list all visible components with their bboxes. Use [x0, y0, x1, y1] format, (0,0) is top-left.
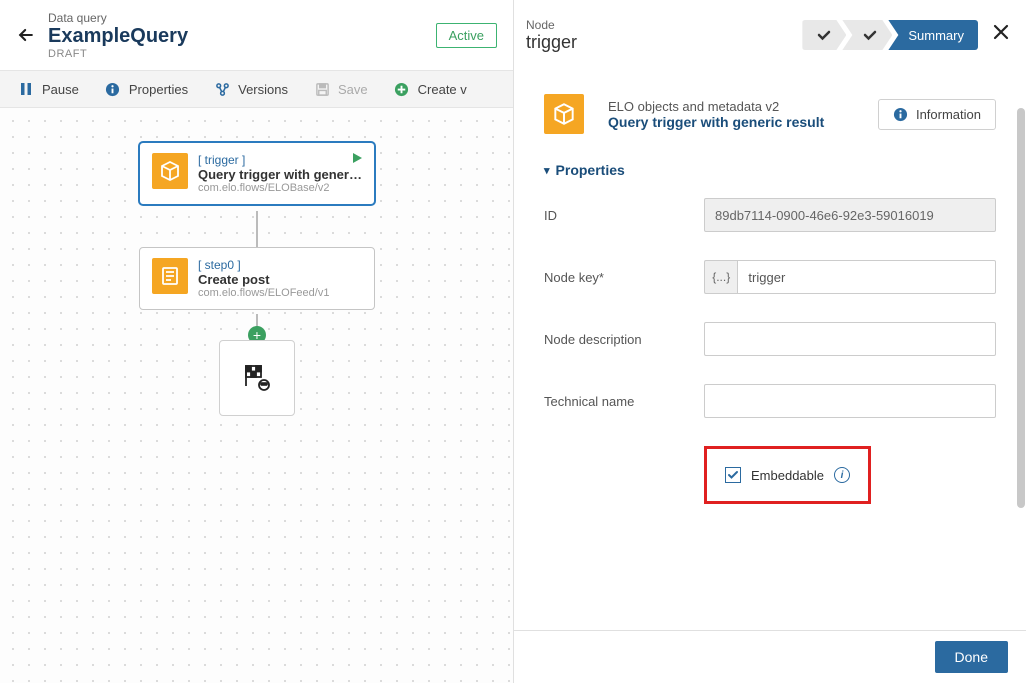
- step-seg-summary[interactable]: Summary: [888, 20, 978, 50]
- query-name: ExampleQuery: [48, 25, 436, 48]
- field-node-description: Node description: [544, 322, 996, 356]
- package-icon: [544, 94, 584, 134]
- field-id: ID: [544, 198, 996, 232]
- info-tooltip-icon[interactable]: i: [834, 467, 850, 483]
- field-technical-name: Technical name: [544, 384, 996, 418]
- embeddable-label: Embeddable: [751, 468, 824, 483]
- embeddable-checkbox[interactable]: [725, 467, 741, 483]
- versions-icon: [214, 81, 230, 97]
- versions-button[interactable]: Versions: [204, 77, 298, 101]
- scrollbar[interactable]: [1016, 108, 1026, 628]
- play-icon[interactable]: [350, 151, 364, 168]
- node-path: com.elo.flows/ELOBase/v2: [198, 182, 362, 194]
- node-step0[interactable]: [ step0 ] Create post com.elo.flows/ELOF…: [139, 247, 375, 310]
- create-button[interactable]: Create v: [384, 77, 477, 101]
- summary-kicker: ELO objects and metadata v2: [608, 99, 864, 114]
- node-label: [ step0 ]: [198, 258, 362, 272]
- header-kicker: Data query: [48, 11, 436, 25]
- summary-title: Query trigger with generic result: [608, 114, 864, 130]
- info-icon: [105, 81, 121, 97]
- node-kicker: Node: [526, 18, 792, 32]
- node-name: trigger: [526, 32, 792, 53]
- save-label: Save: [338, 82, 368, 97]
- info-icon: [893, 107, 908, 122]
- pause-icon: [18, 81, 34, 97]
- header-left: Data query ExampleQuery DRAFT Active: [0, 0, 513, 70]
- package-icon: [152, 153, 188, 189]
- create-label: Create v: [418, 82, 467, 97]
- save-button: Save: [304, 77, 378, 101]
- properties-section-header[interactable]: ▾ Properties: [544, 162, 996, 178]
- right-content: ELO objects and metadata v2 Query trigge…: [514, 70, 1026, 630]
- field-node-key: Node key* {...}: [544, 260, 996, 294]
- query-status: DRAFT: [48, 48, 436, 60]
- versions-label: Versions: [238, 82, 288, 97]
- node-title: Query trigger with generi…: [198, 167, 362, 182]
- node-summary: ELO objects and metadata v2 Query trigge…: [544, 94, 996, 134]
- information-button[interactable]: Information: [878, 99, 996, 130]
- properties-label: Properties: [129, 82, 188, 97]
- scrollbar-thumb[interactable]: [1017, 108, 1025, 508]
- toolbar: Pause Properties Versions Save: [0, 70, 513, 108]
- node-label: [ trigger ]: [198, 153, 362, 167]
- document-icon: [152, 258, 188, 294]
- technical-name-input[interactable]: [704, 384, 996, 418]
- id-input: [704, 198, 996, 232]
- header-right: Node trigger Summary: [514, 0, 1026, 70]
- right-pane: Node trigger Summary: [514, 0, 1026, 683]
- pause-label: Pause: [42, 82, 79, 97]
- right-footer: Done: [514, 630, 1026, 683]
- save-icon: [314, 81, 330, 97]
- id-label: ID: [544, 208, 704, 223]
- close-icon[interactable]: [988, 23, 1014, 47]
- active-badge[interactable]: Active: [436, 23, 497, 48]
- step-seg-1[interactable]: [802, 20, 846, 50]
- chevron-down-icon: ▾: [544, 164, 550, 177]
- description-input[interactable]: [704, 322, 996, 356]
- properties-button[interactable]: Properties: [95, 77, 198, 101]
- end-node[interactable]: [219, 340, 295, 416]
- connector: [256, 211, 258, 247]
- done-button[interactable]: Done: [935, 641, 1008, 673]
- node-key-input[interactable]: [737, 260, 996, 294]
- flow-canvas[interactable]: [ trigger ] Query trigger with generi… c…: [0, 108, 513, 683]
- plus-icon: [394, 81, 410, 97]
- node-title: Create post: [198, 272, 362, 287]
- desc-label: Node description: [544, 332, 704, 347]
- back-arrow-icon[interactable]: [12, 25, 40, 45]
- node-path: com.elo.flows/ELOFeed/v1: [198, 287, 362, 299]
- step-seg-2[interactable]: [842, 20, 892, 50]
- step-chain: Summary: [802, 20, 978, 50]
- pause-button[interactable]: Pause: [8, 77, 89, 101]
- left-pane: Data query ExampleQuery DRAFT Active Pau…: [0, 0, 514, 683]
- node-key-label: Node key*: [544, 270, 704, 285]
- tech-label: Technical name: [544, 394, 704, 409]
- embeddable-highlight: Embeddable i: [704, 446, 871, 504]
- node-trigger[interactable]: [ trigger ] Query trigger with generi… c…: [139, 142, 375, 205]
- expression-prefix-icon[interactable]: {...}: [704, 260, 737, 294]
